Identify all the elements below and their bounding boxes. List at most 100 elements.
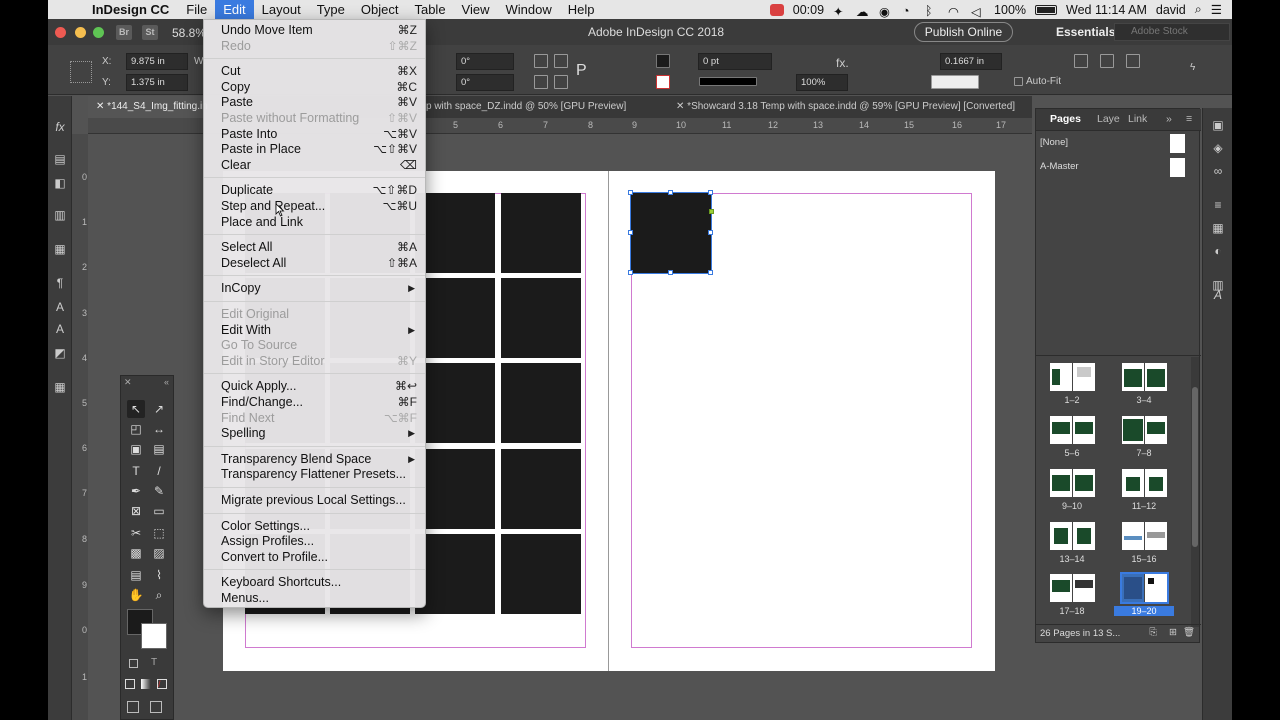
menu-layout[interactable]: Layout [254, 0, 309, 19]
flip-v-icon[interactable] [554, 75, 568, 89]
user-name[interactable]: david [1156, 3, 1186, 17]
volume-icon[interactable]: ◁ [971, 4, 985, 19]
adobe-stock-search[interactable]: Adobe Stock [1114, 23, 1230, 41]
free-transform-tool-icon[interactable]: ⬚ [150, 524, 168, 542]
selection-tool-icon[interactable]: ↖ [127, 400, 145, 418]
vertical-ruler[interactable]: 0 1 2 3 4 5 6 7 8 9 0 1 [72, 134, 88, 720]
wifi-icon[interactable]: ◠ [948, 4, 962, 19]
type-tool-icon[interactable]: T [127, 462, 145, 480]
menu-item-menus[interactable]: Menus... [204, 591, 425, 606]
pages-scrollbar[interactable] [1191, 357, 1199, 627]
menu-item-clear[interactable]: Clear ⌫ [204, 158, 425, 173]
fill-swatch[interactable] [656, 54, 670, 68]
rotate-cw-icon[interactable] [534, 54, 548, 68]
spread-label-selected[interactable]: 19–20 [1114, 606, 1174, 616]
image-frame[interactable] [415, 193, 495, 273]
spread-thumb[interactable] [1050, 363, 1095, 391]
formatting-text-icon[interactable]: T [151, 657, 157, 668]
reference-point-icon[interactable] [70, 61, 92, 83]
frame-handle[interactable] [628, 270, 633, 275]
master-a[interactable]: A-Master [1040, 161, 1079, 172]
scissors-tool-icon[interactable]: ✂ [127, 524, 145, 542]
menu-item-assign-profiles[interactable]: Assign Profiles... [204, 534, 425, 549]
paragraph-icon[interactable]: P [576, 62, 590, 79]
preview-mode-icon[interactable] [150, 701, 162, 713]
formatting-container-icon[interactable] [129, 659, 138, 668]
menu-item-find-change[interactable]: Find/Change... ⌘F [204, 395, 425, 410]
image-frame[interactable] [415, 278, 495, 358]
menu-item-keyboard-shortcuts[interactable]: Keyboard Shortcuts... [204, 575, 425, 590]
frame-handle[interactable] [628, 190, 633, 195]
menu-item-paste[interactable]: Paste ⌘V [204, 95, 425, 110]
menu-item-deselect-all[interactable]: Deselect All ⇧⌘A [204, 256, 425, 271]
workspace-switcher[interactable]: Essentials [1056, 25, 1115, 39]
menu-item-paste-in-place[interactable]: Paste in Place ⌥⇧⌘V [204, 142, 425, 157]
pencil-tool-icon[interactable]: ✎ [150, 482, 168, 500]
spread-label[interactable]: 15–16 [1114, 554, 1174, 564]
frame-handle[interactable] [708, 190, 713, 195]
live-corner-handle[interactable] [709, 209, 714, 214]
text-wrap-icon[interactable]: ▥ [53, 208, 67, 222]
image-frame[interactable] [415, 363, 495, 443]
pen-tool-icon[interactable]: ✒ [127, 482, 145, 500]
align-right-icon[interactable] [1126, 54, 1140, 68]
distribute-icon[interactable] [1100, 54, 1114, 68]
table-panel-icon[interactable]: ▦ [53, 242, 67, 256]
autofit-checkbox[interactable] [1014, 77, 1023, 86]
lightning-icon[interactable]: ϟ [1190, 62, 1204, 76]
stroke-color-swatch[interactable] [141, 623, 167, 649]
menu-item-migrate-previous-local-settings[interactable]: Migrate previous Local Settings... [204, 493, 425, 508]
spread-label[interactable]: 13–14 [1042, 554, 1102, 564]
delete-page-icon[interactable]: 🗑 [1183, 627, 1195, 638]
menu-item-spelling[interactable]: Spelling ▶ [204, 426, 425, 441]
glyphs-icon[interactable]: A [53, 322, 67, 336]
zoom-level[interactable]: 58.8% [172, 26, 206, 40]
direct-selection-tool-icon[interactable]: ↗ [150, 400, 168, 418]
frame-handle[interactable] [708, 270, 713, 275]
stock-button[interactable]: St [142, 25, 158, 40]
menu-type[interactable]: Type [309, 0, 353, 19]
y-position-field[interactable]: 1.375 in [126, 74, 188, 91]
stroke-weight-field[interactable]: 0 pt [698, 53, 772, 70]
menu-edit[interactable]: Edit [215, 0, 254, 19]
spread-thumb[interactable] [1050, 469, 1095, 497]
note-tool-icon[interactable]: ▤ [127, 566, 145, 584]
spread-thumb[interactable] [1050, 522, 1095, 550]
align-panel-icon[interactable]: ▤ [53, 152, 67, 166]
character-styles-icon[interactable]: A [53, 300, 67, 314]
menu-file[interactable]: File [178, 0, 215, 19]
rotate-ccw-icon[interactable] [554, 54, 568, 68]
paragraph-styles-icon[interactable]: ¶ [53, 276, 67, 290]
spread-thumb[interactable] [1050, 416, 1095, 444]
tab-space-dz[interactable]: p with space_DZ.indd @ 50% [GPU Preview] [418, 96, 634, 118]
fitting-swatch[interactable] [931, 75, 979, 89]
spread-label[interactable]: 11–12 [1114, 501, 1174, 511]
frame-offset-field[interactable]: 0.1667 in [940, 53, 1002, 70]
menu-view[interactable]: View [454, 0, 498, 19]
stroke-type-selector[interactable] [699, 77, 757, 86]
image-frame[interactable] [501, 534, 581, 614]
close-icon[interactable]: ✕ [124, 377, 132, 388]
menu-item-edit-with[interactable]: Edit With ▶ [204, 323, 425, 338]
fx-icon[interactable]: fx. [836, 56, 849, 70]
menu-item-cut[interactable]: Cut ⌘X [204, 64, 425, 79]
links-panel-icon[interactable]: ∞ [1211, 164, 1225, 178]
panel-menu-icon[interactable]: ≡ [1186, 113, 1192, 125]
image-frame[interactable] [415, 534, 495, 614]
notification-center-icon[interactable]: ☰ [1211, 2, 1222, 17]
menu-item-incopy[interactable]: InCopy ▶ [204, 281, 425, 296]
close-window-button[interactable] [55, 27, 66, 38]
object-styles-icon[interactable]: ◩ [53, 346, 67, 360]
tab-img-fitting[interactable]: ✕ *144_S4_Img_fitting.in [88, 96, 221, 118]
align-left-icon[interactable] [1074, 54, 1088, 68]
opacity-field[interactable]: 100% [796, 74, 848, 91]
spread-label[interactable]: 17–18 [1042, 606, 1102, 616]
rectangle-tool-icon[interactable]: ▭ [150, 502, 168, 520]
menu-window[interactable]: Window [498, 0, 560, 19]
menu-item-copy[interactable]: Copy ⌘C [204, 80, 425, 95]
spread-label[interactable]: 7–8 [1114, 448, 1174, 458]
menu-item-transparency-blend-space[interactable]: Transparency Blend Space ▶ [204, 452, 425, 467]
rectangle-frame-tool-icon[interactable]: ⊠ [127, 502, 145, 520]
menu-item-quick-apply[interactable]: Quick Apply... ⌘↩ [204, 379, 425, 394]
menu-item-duplicate[interactable]: Duplicate ⌥⇧⌘D [204, 183, 425, 198]
